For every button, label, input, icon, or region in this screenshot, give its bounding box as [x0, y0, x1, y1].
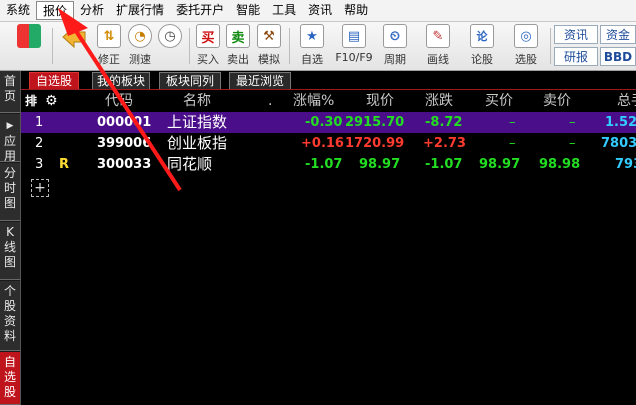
annotation-arrow-icon [58, 8, 182, 192]
